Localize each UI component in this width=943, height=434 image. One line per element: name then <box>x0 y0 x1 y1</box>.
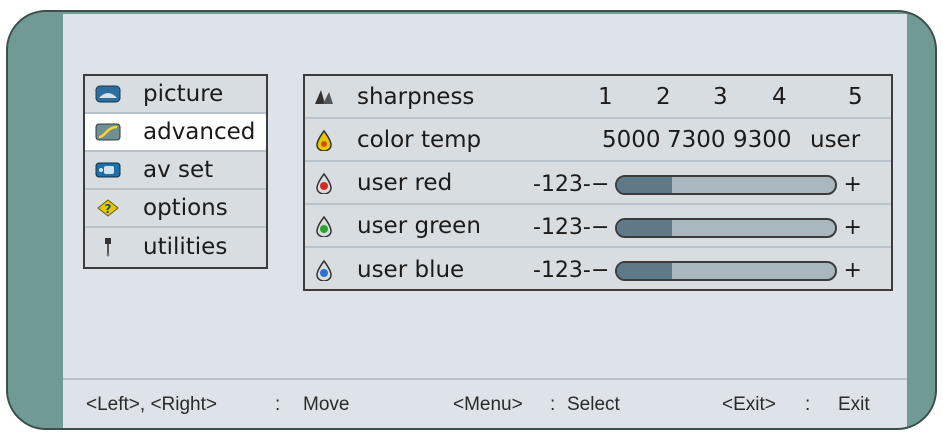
user-red-plus[interactable]: + <box>843 172 861 197</box>
sharpness-row[interactable]: sharpness 1 2 3 4 5 <box>305 76 891 119</box>
user-green-value: -123- <box>533 215 591 240</box>
menu-item-label: av set <box>143 157 214 183</box>
color-temp-user[interactable]: user <box>810 127 860 153</box>
user-red-slider-fill <box>617 176 672 193</box>
advanced-icon <box>95 122 121 142</box>
osd-frame: picture advanced av set ? options utilit… <box>6 10 937 430</box>
user-blue-slider-fill <box>617 262 672 279</box>
user-green-slider-group: -123- − + <box>533 215 862 240</box>
options-icon: ? <box>95 198 121 218</box>
user-green-slider-fill <box>617 219 672 236</box>
color-temp-label: color temp <box>357 126 482 153</box>
sharpness-level-2[interactable]: 2 <box>656 84 671 110</box>
sharpness-level-5[interactable]: 5 <box>848 84 863 110</box>
exit-key-hint: <Exit> <box>722 394 776 415</box>
color-temp-5000[interactable]: 5000 <box>602 127 661 153</box>
nav-action-hint: Move <box>303 394 350 415</box>
footer-separator: : <box>550 394 556 415</box>
picture-icon <box>95 84 121 104</box>
user-red-label: user red <box>357 169 453 196</box>
user-blue-label: user blue <box>357 256 465 283</box>
sharpness-level-3[interactable]: 3 <box>713 84 728 110</box>
menu-item-label: advanced <box>143 119 256 145</box>
menu-item-label: picture <box>143 81 224 107</box>
color-temp-7300[interactable]: 7300 <box>667 127 726 153</box>
advanced-settings-panel: sharpness 1 2 3 4 5 color temp 5000 7300 <box>303 74 893 291</box>
color-temp-9300[interactable]: 9300 <box>733 127 792 153</box>
footer-separator: : <box>805 394 811 415</box>
user-blue-row[interactable]: user blue -123- − + <box>305 248 891 291</box>
user-blue-plus[interactable]: + <box>843 258 861 283</box>
user-green-label: user green <box>357 212 481 239</box>
select-action-hint: Select <box>567 394 620 415</box>
svg-text:?: ? <box>105 202 112 216</box>
user-red-value: -123- <box>533 172 591 197</box>
exit-action-hint: Exit <box>838 394 870 415</box>
user-green-slider[interactable] <box>615 217 838 238</box>
user-red-minus[interactable]: − <box>591 172 609 197</box>
nav-keys-hint: <Left>, <Right> <box>86 394 217 415</box>
menu-key-hint: <Menu> <box>453 394 523 415</box>
key-hint-bar: <Left>, <Right> : Move <Menu> : Select <… <box>63 378 907 428</box>
user-red-slider-group: -123- − + <box>533 172 862 197</box>
user-green-minus[interactable]: − <box>591 215 609 240</box>
av-set-icon <box>95 160 121 180</box>
user-green-row[interactable]: user green -123- − + <box>305 205 891 248</box>
footer-separator: : <box>275 394 281 415</box>
sharpness-level-4[interactable]: 4 <box>772 84 787 110</box>
user-blue-slider[interactable] <box>615 260 838 281</box>
menu-item-picture[interactable]: picture <box>85 76 266 114</box>
menu-item-av-set[interactable]: av set <box>85 152 266 190</box>
menu-item-label: utilities <box>143 234 228 260</box>
user-blue-value: -123- <box>533 258 591 283</box>
osd-screen: picture advanced av set ? options utilit… <box>63 14 907 428</box>
color-temp-icon <box>313 129 335 151</box>
user-blue-minus[interactable]: − <box>591 258 609 283</box>
menu-item-options[interactable]: ? options <box>85 190 266 228</box>
menu-item-label: options <box>143 195 228 221</box>
user-green-plus[interactable]: + <box>843 215 861 240</box>
green-drop-icon <box>313 215 335 237</box>
utilities-icon <box>95 237 121 257</box>
menu-item-utilities[interactable]: utilities <box>85 228 266 266</box>
blue-drop-icon <box>313 259 335 281</box>
menu-item-advanced[interactable]: advanced <box>85 114 266 152</box>
user-red-row[interactable]: user red -123- − + <box>305 162 891 205</box>
sharpness-label: sharpness <box>357 83 475 110</box>
sharpness-level-1[interactable]: 1 <box>598 84 613 110</box>
user-red-slider[interactable] <box>615 174 838 195</box>
color-temp-row[interactable]: color temp 5000 7300 9300 user <box>305 119 891 162</box>
main-menu: picture advanced av set ? options utilit… <box>83 74 268 269</box>
user-blue-slider-group: -123- − + <box>533 258 862 283</box>
red-drop-icon <box>313 172 335 194</box>
sharpness-icon <box>313 86 335 108</box>
